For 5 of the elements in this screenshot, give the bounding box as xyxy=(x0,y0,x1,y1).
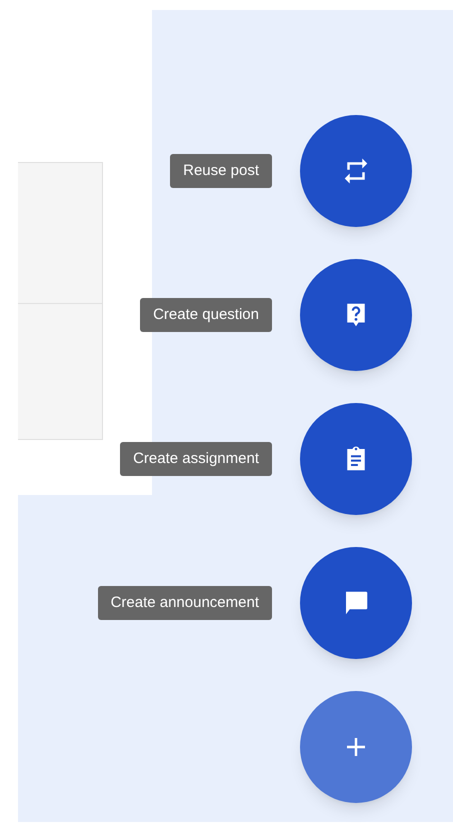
tooltip: Create question xyxy=(140,298,272,332)
plus-icon xyxy=(345,736,367,758)
tooltip: Reuse post xyxy=(170,154,272,188)
tooltip: Create assignment xyxy=(120,442,272,476)
tooltip: Create announcement xyxy=(98,586,272,620)
